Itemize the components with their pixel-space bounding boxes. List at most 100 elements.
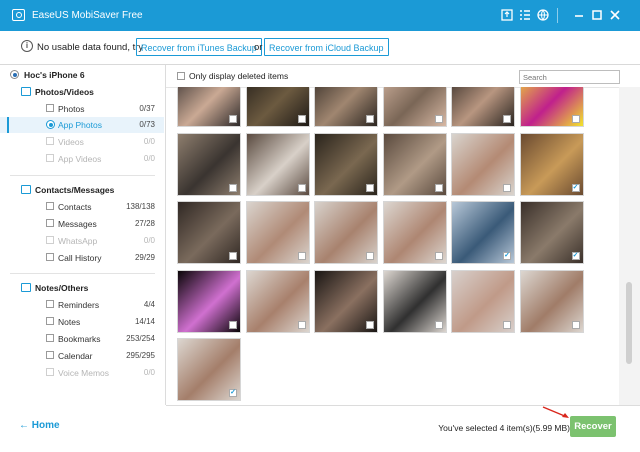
recover-icloud-button[interactable]: Recover from iCloud Backup	[264, 38, 389, 56]
category-photos-videos[interactable]: Photos/Videos	[0, 84, 164, 100]
photo-thumbnail[interactable]	[177, 132, 241, 196]
thumbnail-checkbox[interactable]	[434, 115, 443, 123]
messages-checkbox[interactable]	[46, 219, 54, 227]
close-icon[interactable]	[608, 8, 622, 22]
photo-thumbnail[interactable]	[245, 201, 310, 264]
photo-thumbnail[interactable]: ✓	[451, 201, 515, 264]
thumbnail-checkbox[interactable]	[503, 115, 511, 123]
thumbnail-checkbox[interactable]	[297, 115, 306, 123]
calendar-checkbox[interactable]	[46, 351, 54, 359]
thumbnail-checkbox[interactable]	[434, 183, 443, 192]
photo-thumbnail[interactable]	[382, 87, 447, 127]
sidebar-item-calendar[interactable]: Calendar 295/295	[0, 348, 164, 364]
photo-thumbnail[interactable]	[382, 269, 447, 333]
notes-icon	[21, 283, 31, 292]
sidebar-item-count: 138/138	[126, 202, 155, 211]
sidebar-item-label: Voice Memos	[58, 368, 110, 378]
list-menu-icon[interactable]	[518, 8, 532, 22]
photo-thumbnail[interactable]: ✓	[177, 338, 241, 401]
thumbnail-checkbox[interactable]	[366, 183, 374, 192]
device-row[interactable]: Hoc's iPhone 6	[0, 67, 164, 83]
thumbnail-checkbox[interactable]	[229, 320, 237, 329]
photo-thumbnail[interactable]	[314, 87, 378, 127]
category-notes-others[interactable]: Notes/Others	[0, 280, 164, 296]
device-radio[interactable]	[10, 70, 19, 79]
thumbnail-checkbox[interactable]	[571, 320, 580, 329]
sidebar-item-reminders[interactable]: Reminders 4/4	[0, 297, 164, 313]
sidebar-item-app-photos[interactable]: App Photos 0/73	[0, 117, 164, 133]
scrollbar[interactable]	[619, 87, 640, 405]
thumbnail-checkbox[interactable]	[434, 252, 443, 260]
recover-itunes-button[interactable]: Recover from iTunes Backup	[136, 38, 262, 56]
notes-checkbox[interactable]	[46, 317, 54, 325]
thumbnail-checkbox[interactable]	[297, 183, 306, 192]
photos-checkbox[interactable]	[46, 104, 54, 112]
thumbnail-checkbox[interactable]	[503, 320, 511, 329]
bookmarks-checkbox[interactable]	[46, 334, 54, 342]
photo-thumbnail[interactable]: ✓	[519, 201, 584, 264]
thumbnail-checkbox[interactable]	[229, 115, 237, 123]
sidebar-item-whatsapp: WhatsApp 0/0	[0, 233, 164, 249]
photo-thumbnail[interactable]	[382, 201, 447, 264]
thumbnail-checkbox[interactable]	[229, 183, 237, 192]
thumbnail-checkbox[interactable]	[366, 252, 374, 260]
photo-thumbnail[interactable]: ✓	[519, 132, 584, 196]
titlebar-separator	[557, 8, 558, 23]
photo-thumbnail[interactable]	[177, 87, 241, 127]
sidebar-item-messages[interactable]: Messages 27/28	[0, 216, 164, 232]
export-icon[interactable]	[500, 8, 514, 22]
photo-thumbnail[interactable]	[451, 87, 515, 127]
scrollbar-thumb[interactable]	[626, 282, 632, 364]
photo-thumbnail[interactable]	[245, 87, 310, 127]
photo-thumbnail[interactable]	[519, 87, 584, 127]
home-button[interactable]: ← Home	[19, 420, 60, 431]
thumbnail-checkbox[interactable]: ✓	[503, 252, 511, 260]
photo-thumbnail[interactable]	[245, 269, 310, 333]
thumbnail-checkbox[interactable]: ✓	[571, 183, 580, 192]
thumbnail-checkbox[interactable]	[434, 320, 443, 329]
photo-thumbnail[interactable]	[451, 269, 515, 333]
photo-thumbnail[interactable]	[382, 132, 447, 196]
recover-button[interactable]: Recover	[570, 416, 616, 437]
thumbnail-checkbox[interactable]: ✓	[229, 389, 237, 397]
contacts-checkbox[interactable]	[46, 202, 54, 210]
thumbnail-checkbox[interactable]	[297, 320, 306, 329]
photo-thumbnail[interactable]	[314, 132, 378, 196]
photo-panel: Only display deleted items ✓ ✓ ✓ ✓	[166, 65, 640, 405]
thumbnail-checkbox[interactable]	[503, 183, 511, 192]
thumbnail-checkbox[interactable]	[366, 115, 374, 123]
sidebar-item-count: 0/0	[143, 368, 155, 377]
photo-thumbnail[interactable]	[177, 201, 241, 264]
sidebar-item-count: 14/14	[134, 317, 155, 326]
sidebar-item-contacts[interactable]: Contacts 138/138	[0, 199, 164, 215]
photo-thumbnail[interactable]	[177, 269, 241, 333]
category-contacts-messages[interactable]: Contacts/Messages	[0, 182, 164, 198]
deleted-only-checkbox[interactable]	[177, 72, 185, 80]
photo-thumbnail[interactable]	[519, 269, 584, 333]
sidebar-item-bookmarks[interactable]: Bookmarks 253/254	[0, 331, 164, 347]
sidebar-item-call-history[interactable]: Call History 29/29	[0, 250, 164, 266]
photo-thumbnail[interactable]	[314, 269, 378, 333]
maximize-icon[interactable]	[590, 8, 604, 22]
photo-thumbnail[interactable]	[451, 132, 515, 196]
thumbnail-checkbox[interactable]	[297, 252, 306, 260]
reminders-checkbox[interactable]	[46, 300, 54, 308]
minimize-icon[interactable]	[572, 8, 586, 22]
thumbnail-checkbox[interactable]	[366, 320, 374, 329]
photo-thumbnail[interactable]	[245, 132, 310, 196]
call-history-checkbox[interactable]	[46, 253, 54, 261]
globe-icon[interactable]	[536, 8, 550, 22]
thumbnail-checkbox[interactable]	[571, 115, 580, 123]
or-label: or	[254, 42, 263, 53]
app-photos-radio[interactable]	[46, 120, 55, 129]
thumbnail-checkbox[interactable]: ✓	[571, 252, 580, 260]
selection-summary: You've selected 4 item(s)(5.99 MB)	[438, 423, 570, 433]
sidebar-item-photos[interactable]: Photos 0/37	[0, 101, 164, 117]
sidebar-item-count: 295/295	[126, 351, 155, 360]
deleted-only-label[interactable]: Only display deleted items	[189, 71, 288, 81]
search-input[interactable]	[519, 70, 620, 84]
sidebar-item-notes[interactable]: Notes 14/14	[0, 314, 164, 330]
photo-thumbnail[interactable]	[314, 201, 378, 264]
window-title: EaseUS MobiSaver Free	[32, 10, 143, 21]
thumbnail-checkbox[interactable]	[229, 252, 237, 260]
